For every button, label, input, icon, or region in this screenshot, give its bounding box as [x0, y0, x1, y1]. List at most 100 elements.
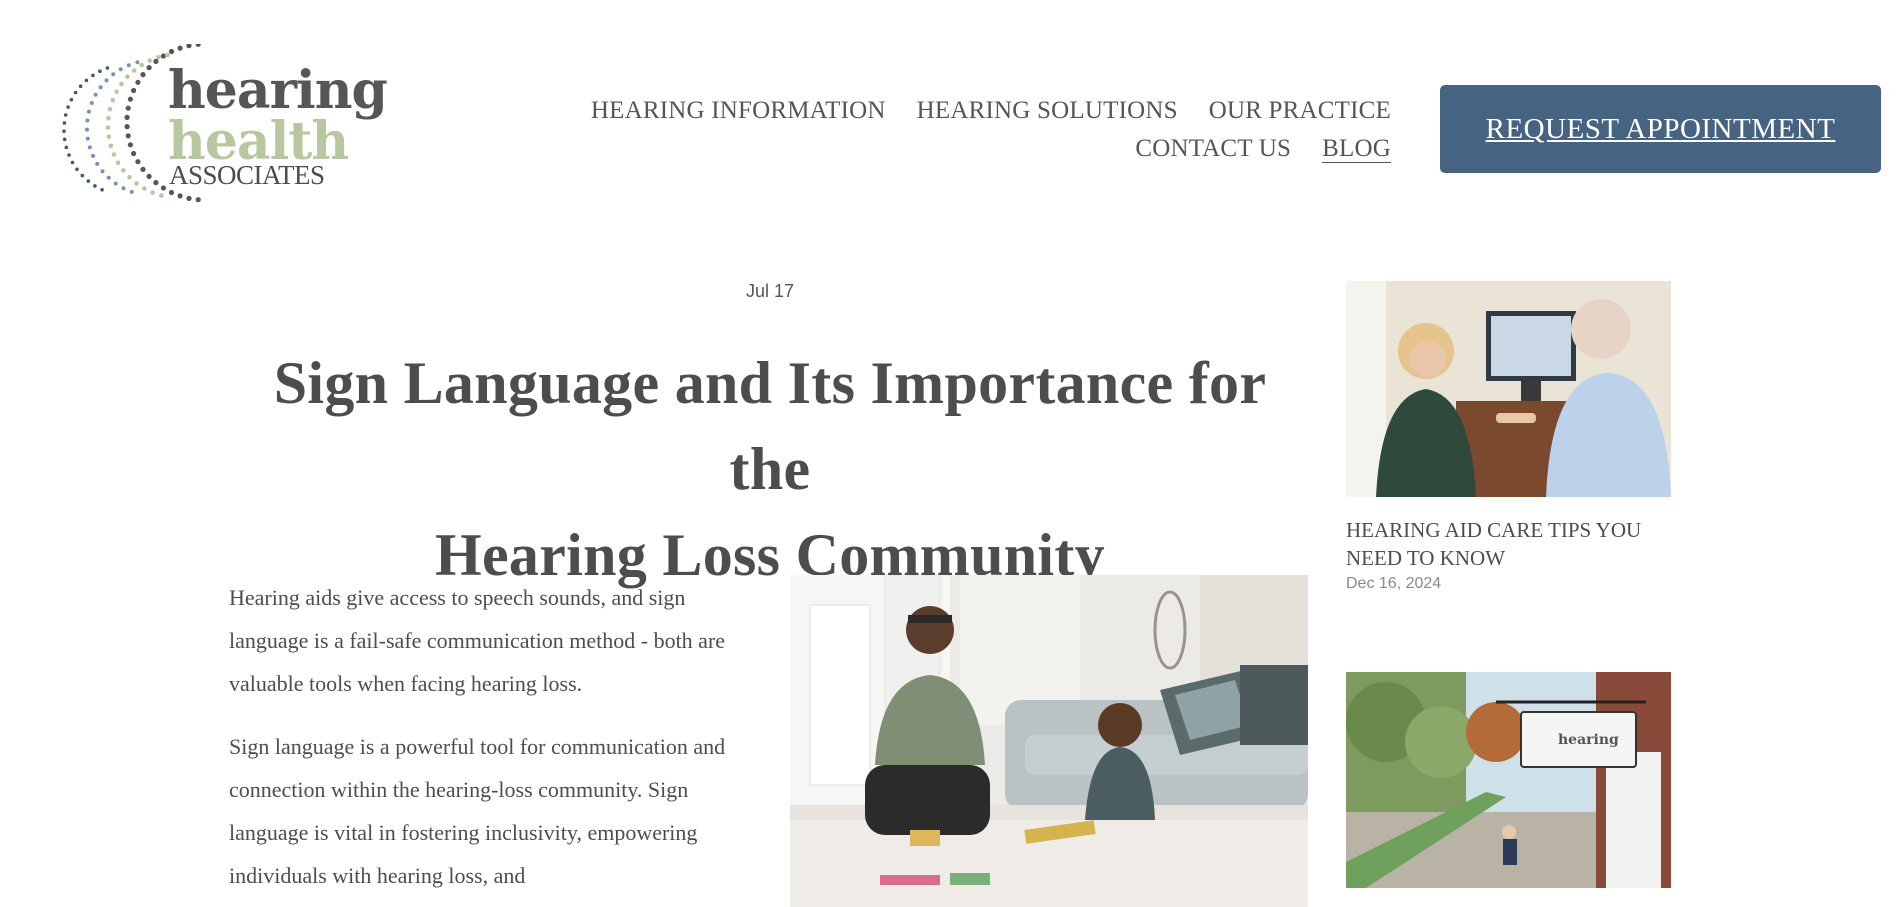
logo-dot [135, 60, 140, 65]
logo-dot [153, 58, 159, 64]
site-logo[interactable]: hearing health ASSOCIATES [30, 44, 388, 214]
logo-dot [135, 159, 141, 165]
logo-dot [165, 52, 170, 58]
logo-dot [80, 173, 85, 178]
article-body: Hearing aids give access to speech sound… [229, 576, 759, 907]
logo-dot [125, 133, 131, 139]
sidebar-post-title[interactable]: HEARING AID CARE TIPS YOU NEED TO KNOW [1346, 516, 1676, 572]
logo-dot [87, 145, 92, 150]
logo-dot [98, 85, 103, 90]
logo-dot [78, 84, 83, 88]
nav-row-1: HEARING INFORMATION HEARING SOLUTIONS OU… [591, 92, 1391, 130]
logo-dot [114, 89, 119, 95]
logo-dot [67, 153, 71, 157]
logo-dot [95, 161, 100, 166]
nav-item-our-practice[interactable]: OUR PRACTICE [1209, 97, 1391, 125]
logo-dot [168, 189, 175, 196]
logo-dot [104, 78, 109, 83]
logo-dot [108, 143, 114, 149]
logo-word-hearing: hearing [168, 60, 388, 121]
logo-dot [119, 81, 124, 87]
logo-dot [113, 181, 118, 186]
logo-dot [195, 197, 201, 203]
logo-dot [91, 73, 95, 78]
logo-dot [140, 72, 146, 78]
logo-dot [129, 189, 134, 194]
logo-dot [106, 134, 112, 139]
sidebar-post-date: Dec 16, 2024 [1346, 575, 1442, 592]
logo-dot [89, 101, 94, 105]
logo-dot [160, 185, 166, 191]
logo-dot [73, 90, 78, 95]
logo-dot [69, 97, 74, 102]
logo-dot [62, 137, 67, 142]
article-date: Jul 17 [745, 281, 795, 301]
nav-item-blog[interactable]: BLOG [1322, 135, 1391, 163]
logo-dot [195, 44, 201, 47]
office-storefront-photo: hearing [1346, 672, 1671, 888]
logo-dot [142, 186, 147, 191]
logo-dot [126, 63, 131, 68]
logo-dot [139, 62, 144, 68]
logo-dot [85, 118, 90, 123]
logo-dot [66, 105, 70, 109]
logo-dot [146, 65, 152, 71]
logo-dot [168, 48, 175, 55]
logo-dot [135, 79, 141, 85]
logo-dot [100, 169, 105, 174]
logo-dot [64, 145, 69, 150]
logo-dot [177, 193, 183, 199]
logo-dot [85, 136, 90, 141]
logo-dot [86, 179, 91, 183]
sidebar-post-image[interactable]: hearing [1346, 672, 1671, 888]
logo-dot [106, 175, 111, 180]
nav-item-hearing-information[interactable]: HEARING INFORMATION [591, 97, 886, 125]
logo-dot [131, 150, 137, 157]
logo-dot [111, 152, 117, 157]
logo-dot [105, 66, 110, 70]
logo-dot [127, 142, 133, 148]
logo-dot [124, 114, 130, 120]
article-feature-image [790, 575, 1308, 907]
logo-dot [125, 105, 131, 111]
logo-dot [85, 127, 89, 132]
article-title: Sign Language and Its Importance for the… [230, 340, 1310, 598]
article-paragraph: Sign language is a powerful tool for com… [229, 734, 726, 888]
logo-dot [118, 67, 123, 72]
sidebar-post-image[interactable] [1346, 281, 1671, 497]
logo-dot [146, 173, 152, 179]
svg-text:hearing: hearing [1558, 732, 1619, 748]
audiologist-consultation-photo [1346, 281, 1671, 497]
logo-dot [186, 195, 192, 201]
nav-item-contact-us[interactable]: CONTACT US [1135, 135, 1291, 163]
article-paragraph: Hearing aids give access to speech sound… [229, 585, 726, 696]
request-appointment-button[interactable]: REQUEST APPOINTMENT [1440, 85, 1881, 173]
logo-dot [115, 160, 121, 166]
father-son-sign-language-photo [790, 575, 1308, 907]
logo-dot [134, 181, 139, 186]
logo-dot [127, 96, 133, 102]
logo-dot [131, 87, 137, 94]
logo-dot [93, 92, 98, 97]
logo-dot [93, 184, 97, 188]
logo-dot [159, 193, 164, 198]
logo-dot [131, 68, 137, 73]
article-title-line-1: Sign Language and Its Importance for the [273, 350, 1267, 502]
logo-dot [156, 55, 161, 60]
logo-word-associates: ASSOCIATES [169, 160, 325, 190]
logo-dot [62, 129, 66, 133]
main-nav: HEARING INFORMATION HEARING SOLUTIONS OU… [591, 92, 1391, 168]
logo-dot [147, 58, 153, 63]
nav-row-2: CONTACT US BLOG [591, 130, 1391, 168]
logo-dot [121, 168, 126, 173]
logo-dot [106, 115, 111, 121]
logo-dot [100, 188, 104, 192]
logo-dot [153, 180, 159, 186]
logo-dot [87, 109, 91, 114]
nav-item-hearing-solutions[interactable]: HEARING SOLUTIONS [917, 97, 1178, 125]
logo-dot [70, 160, 75, 165]
logo-dot [98, 69, 102, 73]
logo-dot [125, 74, 130, 80]
logo-dot [63, 113, 68, 117]
logo-dot [127, 175, 132, 180]
